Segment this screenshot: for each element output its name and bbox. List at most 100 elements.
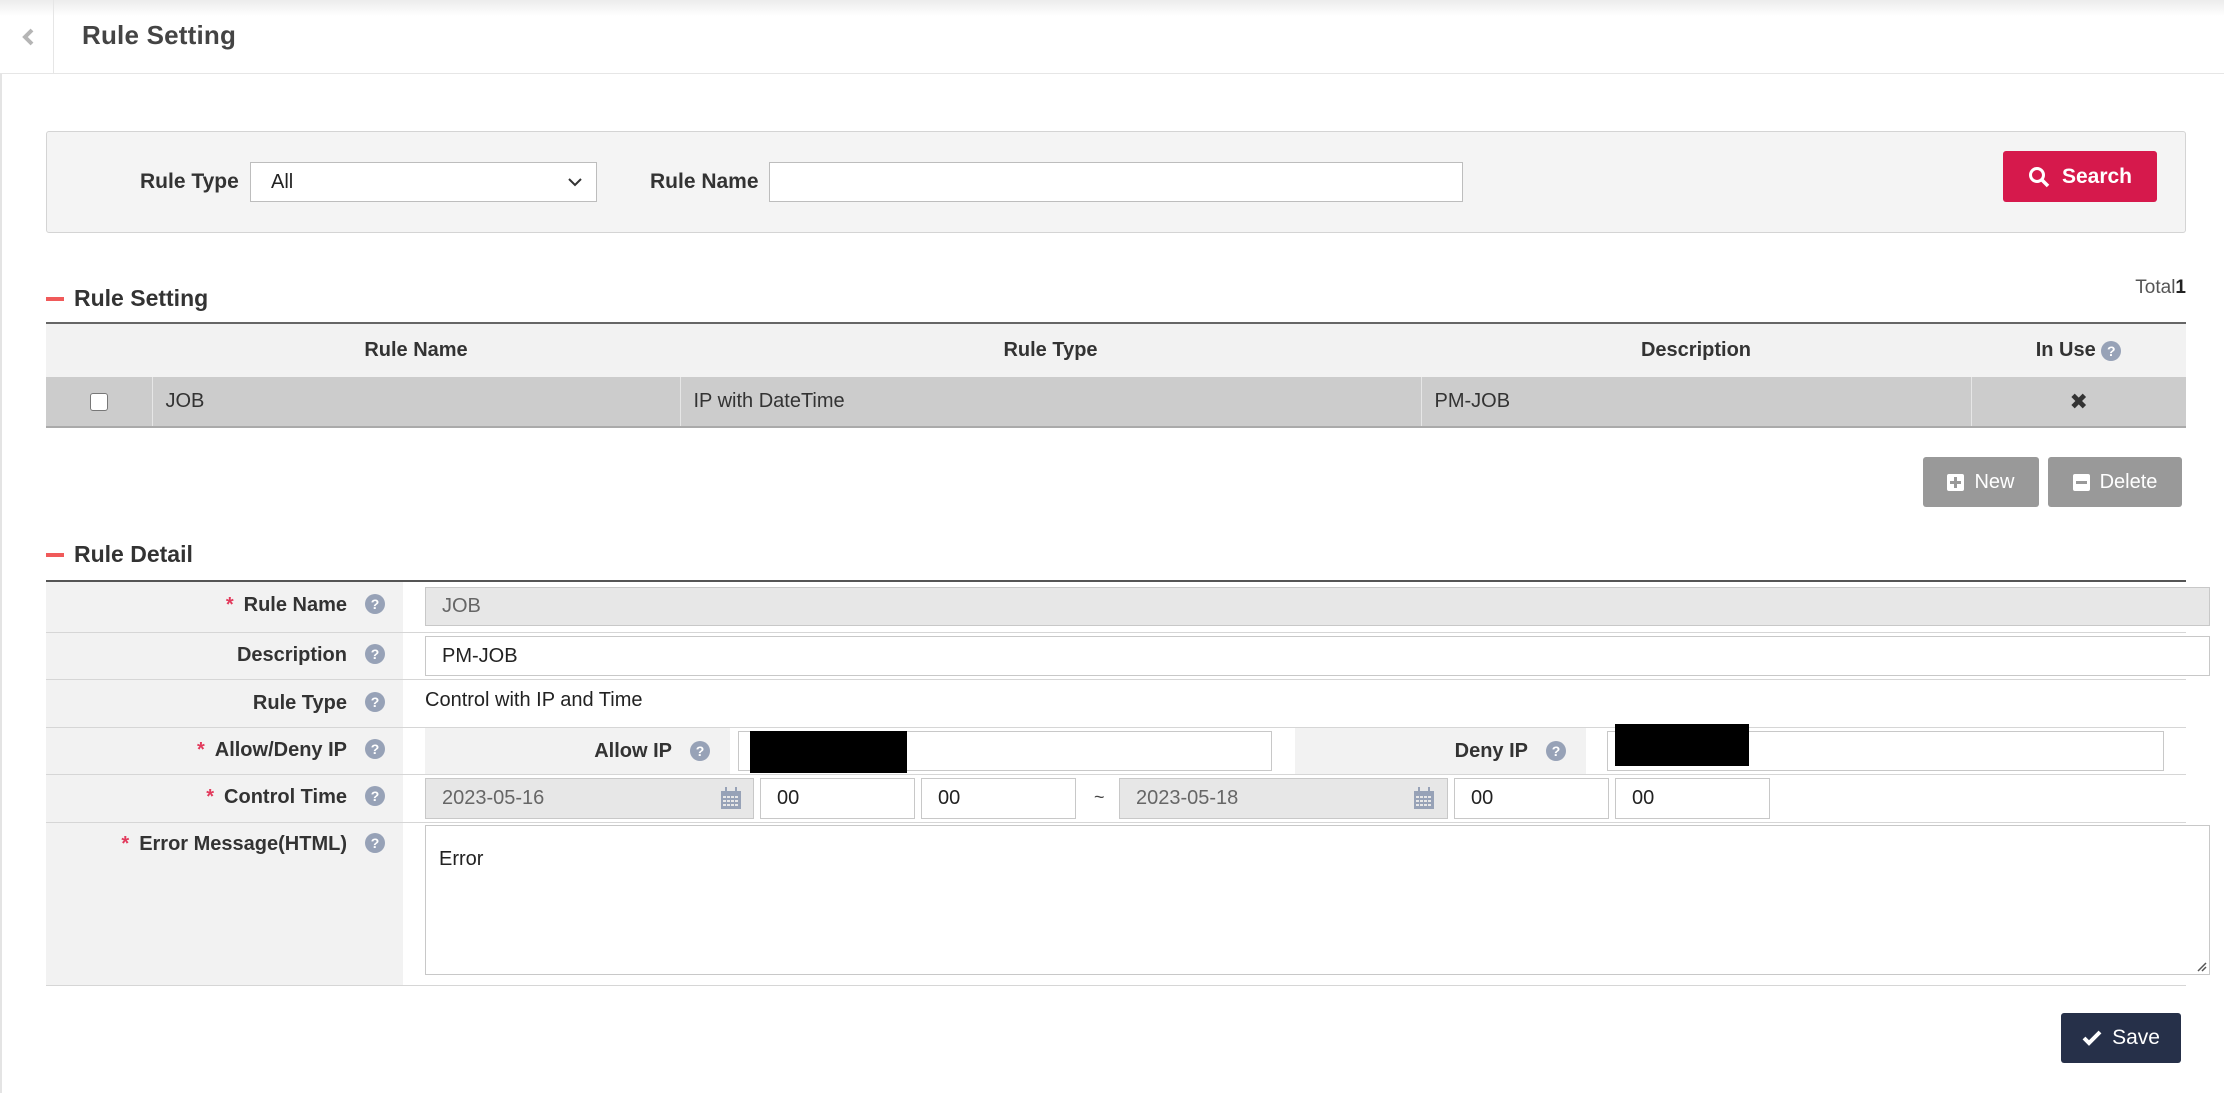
search-icon — [2028, 166, 2050, 187]
error-message-value: Error — [439, 848, 484, 870]
resize-handle-icon[interactable] — [2195, 960, 2207, 972]
plus-square-icon — [1947, 473, 1965, 491]
left-edge-line — [0, 0, 2, 1093]
redacted-block — [1615, 724, 1749, 766]
in-use-header-label: In Use — [2035, 339, 2096, 361]
allow-ip-label-text: Allow IP — [594, 739, 672, 762]
search-button[interactable]: Search — [2003, 151, 2157, 202]
total-count: Total1 — [2135, 277, 2186, 299]
save-button[interactable]: Save — [2061, 1013, 2181, 1063]
error-message-label: * Error Message(HTML) ? — [46, 823, 403, 985]
column-header-in-use[interactable]: In Use ? — [1971, 323, 2186, 377]
total-label: Total — [2135, 277, 2176, 298]
total-value: 1 — [2175, 277, 2186, 298]
row-select-cell — [46, 377, 152, 428]
rule-name-label: * Rule Name ? — [46, 582, 403, 632]
cell-rule-name: JOB — [151, 377, 680, 428]
chevron-left-icon — [21, 28, 33, 45]
rule-setting-heading: Rule Setting — [46, 285, 208, 312]
new-button[interactable]: New — [1923, 457, 2039, 507]
description-label: Description ? — [46, 633, 403, 679]
delete-button-label: Delete — [2099, 470, 2158, 493]
rule-detail-title: Rule Detail — [74, 541, 193, 567]
page-title: Rule Setting — [82, 20, 237, 50]
row-checkbox[interactable] — [89, 392, 108, 411]
minus-square-icon — [2072, 473, 2090, 491]
required-mark: * — [206, 786, 215, 808]
column-header-rule-type[interactable]: Rule Type — [680, 323, 1421, 377]
rule-type-row: Rule Type ? Control with IP and Time — [46, 680, 2186, 728]
rule-type-label: Rule Type ? — [46, 680, 403, 727]
deny-ip-label-text: Deny IP — [1454, 739, 1528, 762]
help-icon[interactable]: ? — [365, 692, 385, 712]
rule-type-label-text: Rule Type — [252, 692, 347, 714]
rule-name-row: * Rule Name ? JOB — [46, 582, 2210, 633]
allow-ip-label: Allow IP ? — [425, 728, 730, 774]
error-message-label-text: Error Message(HTML) — [139, 833, 347, 855]
allow-deny-ip-label-text: Allow/Deny IP — [214, 739, 347, 761]
cell-description: PM-JOB — [1420, 377, 1971, 428]
end-hour-field[interactable]: 00 — [1454, 778, 1609, 819]
required-mark: * — [225, 594, 234, 616]
help-icon[interactable]: ? — [1546, 741, 1566, 761]
column-header-select — [46, 323, 152, 377]
chevron-down-icon — [568, 178, 582, 187]
error-message-row: * Error Message(HTML) ? Error — [46, 823, 2210, 986]
help-icon[interactable]: ? — [690, 741, 710, 761]
start-hour-field[interactable]: 00 — [760, 778, 915, 819]
description-field[interactable]: PM-JOB — [425, 636, 2210, 676]
range-separator: ~ — [1094, 787, 1105, 807]
table-header-row: Rule Name Rule Type Description In Use ? — [46, 323, 2186, 377]
rule-list-table: Rule Name Rule Type Description In Use ?… — [46, 322, 2186, 428]
calendar-icon[interactable] — [1414, 787, 1434, 809]
rule-name-input[interactable] — [769, 162, 1463, 202]
cell-in-use-x-icon: ✖ — [1970, 377, 2186, 428]
redacted-block — [750, 731, 907, 773]
help-icon[interactable]: ? — [2101, 340, 2122, 361]
allow-deny-ip-row: * Allow/Deny IP ? Allow IP ? Deny IP ? — [46, 724, 2186, 775]
page-header — [0, 0, 2224, 74]
control-time-row: * Control Time ? 2023-05-16 00 00 ~ 2023… — [46, 775, 2186, 823]
allow-deny-ip-label: * Allow/Deny IP ? — [46, 728, 403, 774]
table-row[interactable]: JOB IP with DateTime PM-JOB ✖ — [46, 377, 2186, 428]
start-minute-field[interactable]: 00 — [921, 778, 1076, 819]
rule-name-filter-label: Rule Name — [650, 170, 759, 193]
back-button[interactable] — [2, 0, 54, 73]
required-mark: * — [196, 739, 205, 761]
end-minute-field[interactable]: 00 — [1615, 778, 1770, 819]
section-bar-icon — [46, 552, 64, 557]
calendar-icon[interactable] — [721, 787, 741, 809]
end-date-field[interactable]: 2023-05-18 — [1119, 778, 1448, 819]
control-time-label-text: Control Time — [224, 786, 347, 808]
rule-detail-form: * Rule Name ? JOB Description ? PM-JOB R… — [46, 580, 2210, 986]
rule-name-field[interactable]: JOB — [425, 587, 2210, 626]
rule-type-select-value: All — [271, 170, 294, 193]
rule-setting-title: Rule Setting — [74, 285, 209, 311]
section-bar-icon — [46, 296, 64, 301]
start-date-field[interactable]: 2023-05-16 — [425, 778, 754, 819]
rule-type-filter-label: Rule Type — [140, 170, 239, 193]
search-button-label: Search — [2061, 164, 2133, 188]
required-mark: * — [121, 833, 130, 855]
help-icon[interactable]: ? — [365, 594, 385, 614]
description-row: Description ? PM-JOB — [46, 633, 2210, 680]
save-button-label: Save — [2112, 1026, 2160, 1049]
rule-detail-heading: Rule Detail — [46, 541, 193, 568]
help-icon[interactable]: ? — [365, 644, 385, 664]
help-icon[interactable]: ? — [365, 739, 385, 759]
help-icon[interactable]: ? — [365, 833, 385, 853]
deny-ip-label: Deny IP ? — [1295, 728, 1586, 774]
delete-button[interactable]: Delete — [2048, 457, 2182, 507]
description-label-text: Description — [236, 644, 347, 666]
column-header-rule-name[interactable]: Rule Name — [152, 323, 680, 377]
cell-rule-type: IP with DateTime — [679, 377, 1421, 428]
rule-type-value: Control with IP and Time — [425, 689, 643, 711]
help-icon[interactable]: ? — [365, 786, 385, 806]
rule-name-label-text: Rule Name — [243, 594, 347, 616]
rule-type-select[interactable]: All — [250, 162, 597, 202]
column-header-description[interactable]: Description — [1421, 323, 1971, 377]
new-button-label: New — [1974, 470, 2015, 493]
control-time-label: * Control Time ? — [46, 775, 403, 822]
check-icon — [2082, 1030, 2102, 1046]
error-message-textarea[interactable]: Error — [425, 825, 2210, 975]
